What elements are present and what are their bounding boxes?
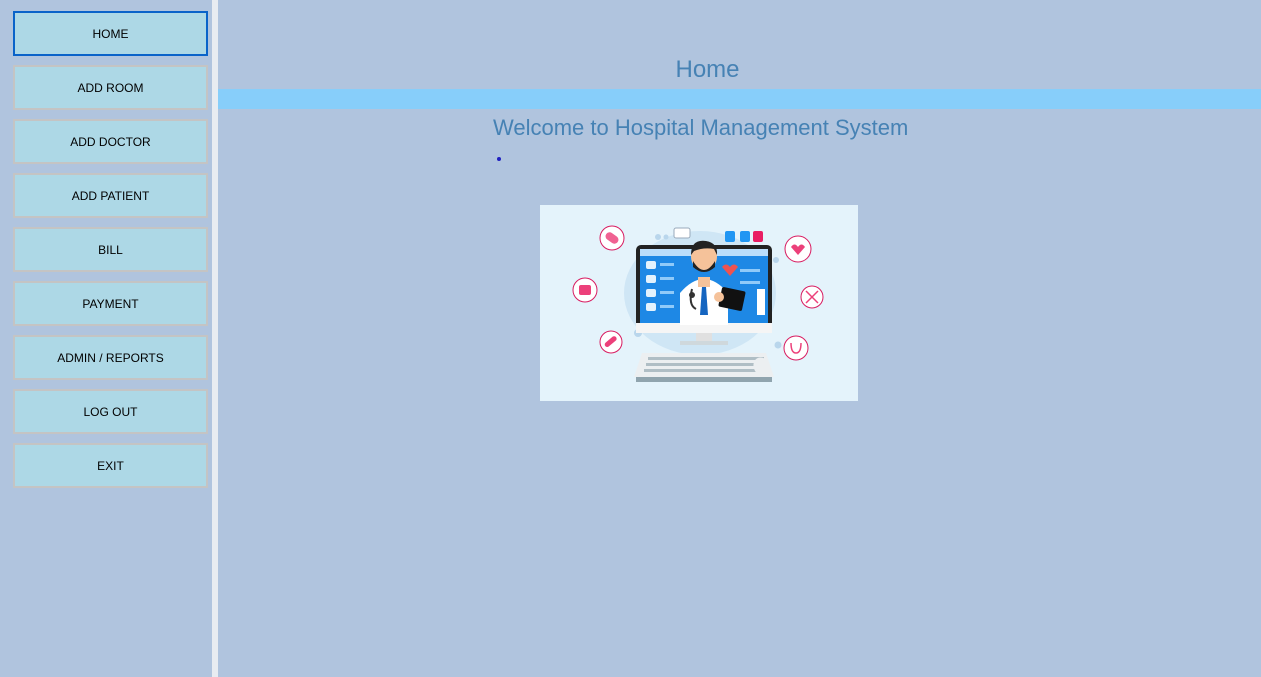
add-doctor-button[interactable]: ADD DOCTOR bbox=[13, 119, 208, 164]
add-room-button[interactable]: ADD ROOM bbox=[13, 65, 208, 110]
admin-reports-button[interactable]: ADMIN / REPORTS bbox=[13, 335, 208, 380]
exit-button[interactable]: EXIT bbox=[13, 443, 208, 488]
bullet-dot bbox=[497, 157, 501, 161]
sidebar: HOME ADD ROOM ADD DOCTOR ADD PATIENT BIL… bbox=[0, 0, 212, 677]
add-patient-button[interactable]: ADD PATIENT bbox=[13, 173, 208, 218]
title-divider-bar bbox=[218, 89, 1261, 109]
payment-button[interactable]: PAYMENT bbox=[13, 281, 208, 326]
page-title: Home bbox=[675, 56, 740, 83]
bill-button[interactable]: BILL bbox=[13, 227, 208, 272]
home-button[interactable]: HOME bbox=[13, 11, 208, 56]
log-out-button[interactable]: LOG OUT bbox=[13, 389, 208, 434]
doctor-telemedicine-illustration bbox=[540, 205, 858, 401]
welcome-message: Welcome to Hospital Management System bbox=[493, 115, 909, 140]
main-panel: Home Welcome to Hospital Management Syst… bbox=[218, 0, 1261, 677]
doctor-illustration-svg bbox=[572, 225, 824, 382]
